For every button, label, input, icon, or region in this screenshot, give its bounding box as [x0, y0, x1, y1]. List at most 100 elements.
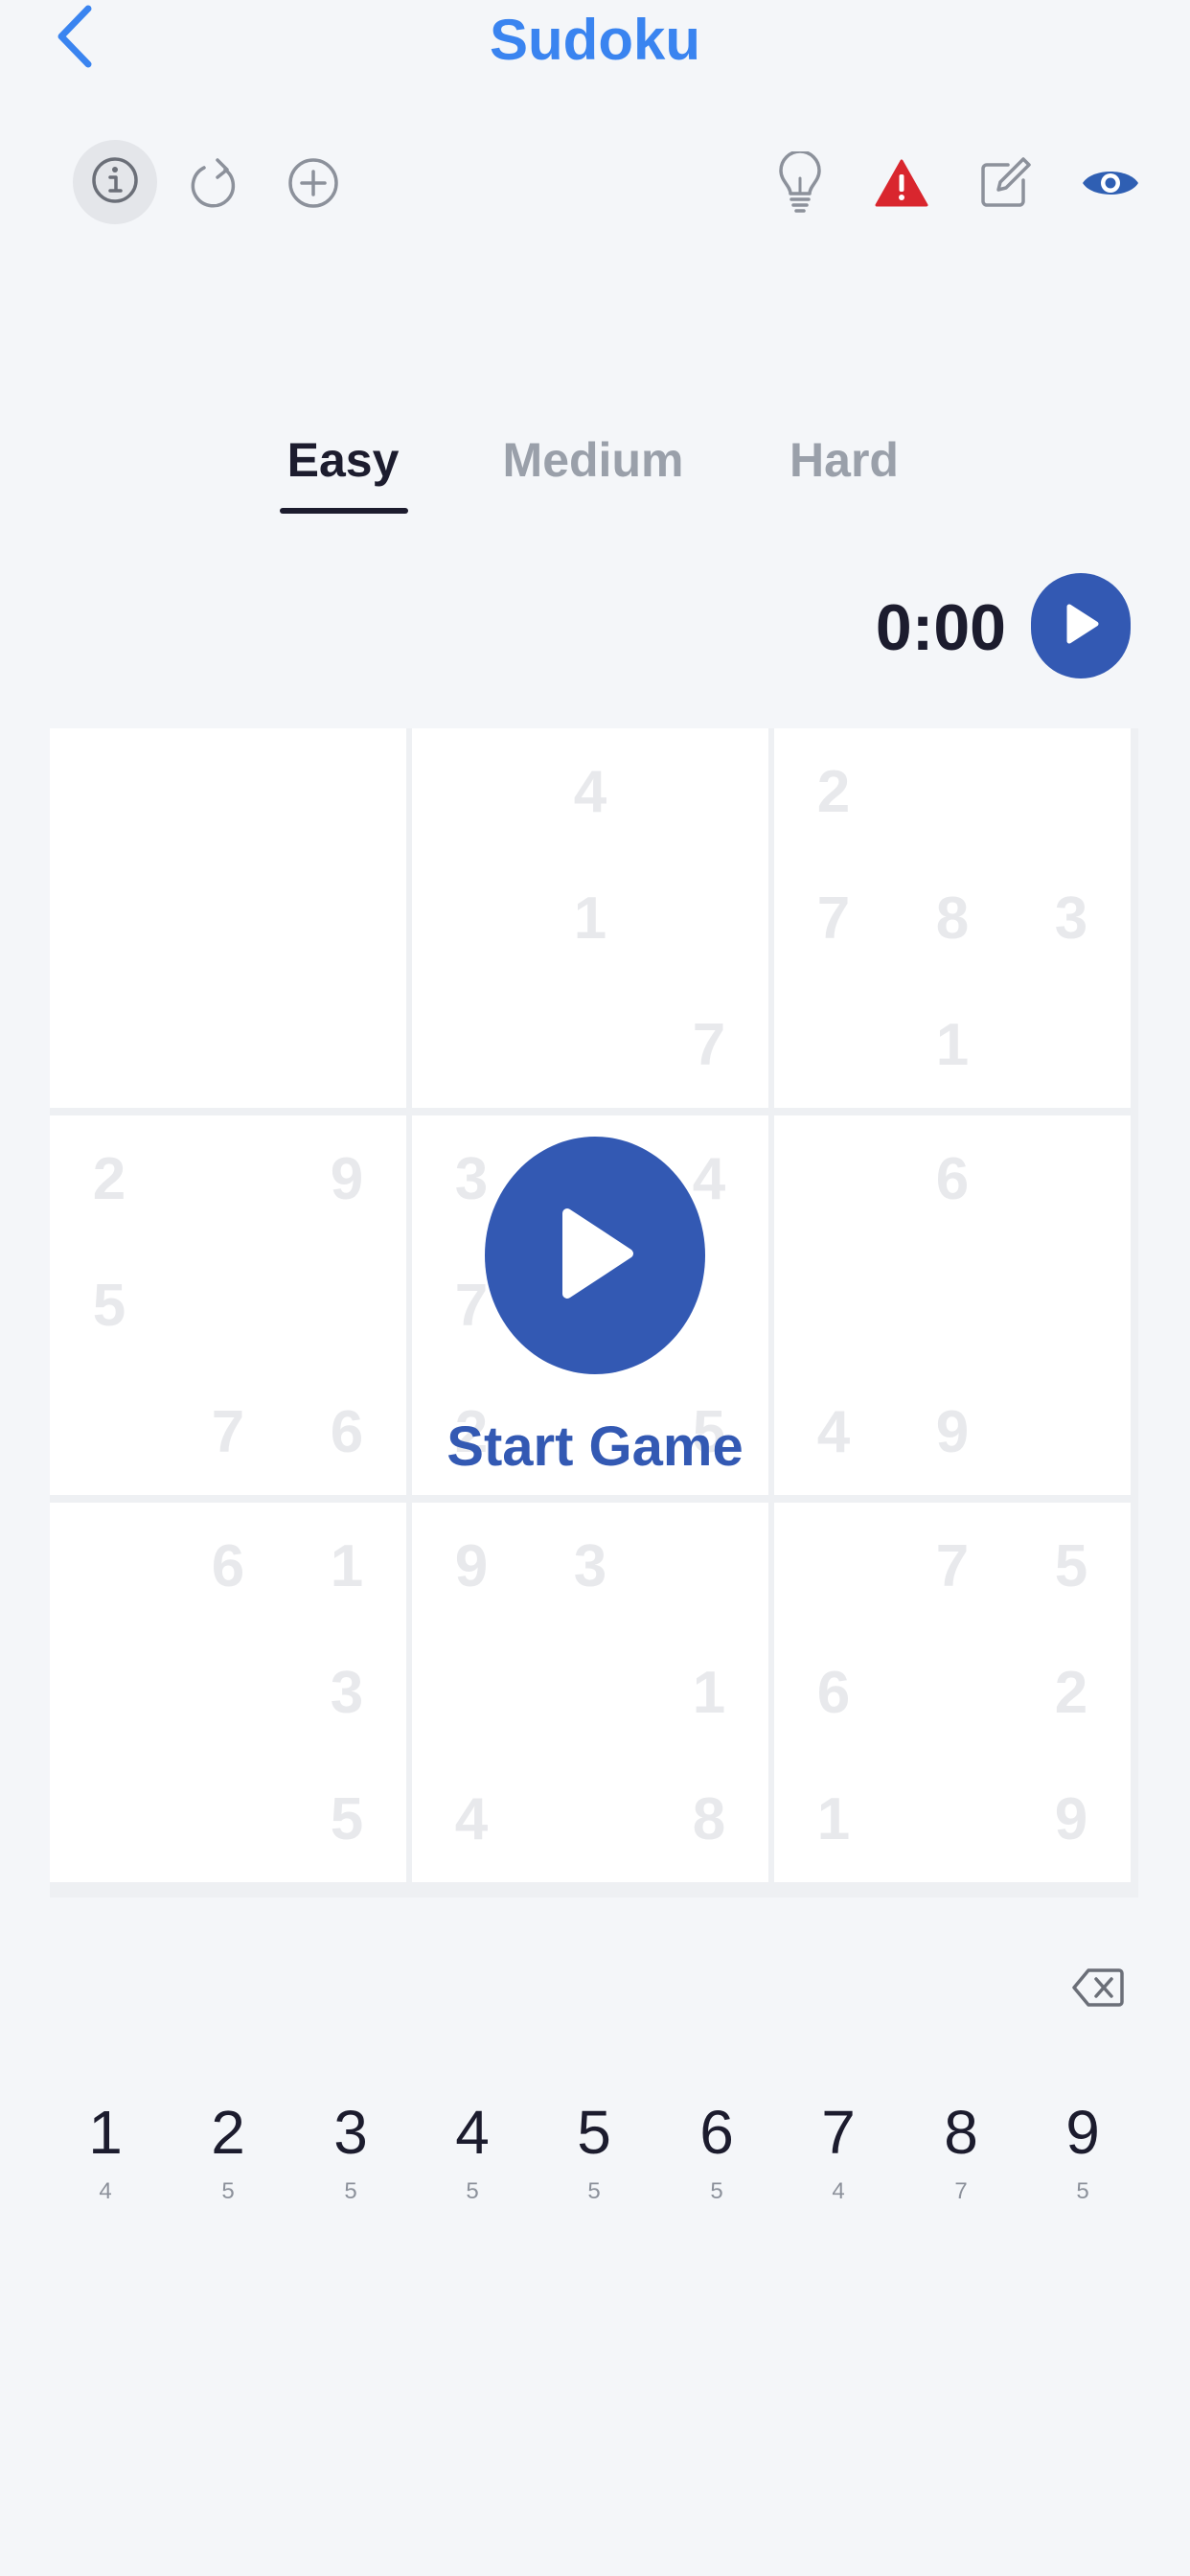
new-game-button[interactable]: [270, 144, 356, 226]
sudoku-cell[interactable]: [412, 1629, 531, 1756]
number-key-1[interactable]: 14: [53, 2089, 158, 2214]
sudoku-cell[interactable]: [412, 728, 531, 855]
sudoku-cell[interactable]: [531, 1629, 650, 1756]
notes-button[interactable]: [962, 144, 1048, 226]
sudoku-cell[interactable]: 9: [287, 1116, 406, 1242]
hint-button[interactable]: [757, 144, 843, 226]
notes-edit-icon: [977, 155, 1033, 216]
sudoku-cell[interactable]: [169, 1116, 287, 1242]
info-icon: [90, 155, 140, 210]
number-key-3[interactable]: 35: [298, 2089, 403, 2214]
sudoku-cell[interactable]: [774, 1503, 893, 1629]
sudoku-cell[interactable]: [774, 981, 893, 1108]
sudoku-cell[interactable]: 4: [412, 1756, 531, 1882]
sudoku-cell[interactable]: 9: [893, 1368, 1012, 1495]
sudoku-cell[interactable]: [1012, 728, 1131, 855]
sudoku-cell[interactable]: [169, 855, 287, 981]
timer-play-button[interactable]: [1031, 573, 1131, 678]
sudoku-cell[interactable]: 3: [287, 1629, 406, 1756]
sudoku-cell[interactable]: [774, 1116, 893, 1242]
sudoku-cell[interactable]: 6: [169, 1503, 287, 1629]
sudoku-cell[interactable]: [287, 981, 406, 1108]
sudoku-box: 417: [412, 728, 768, 1108]
sudoku-cell[interactable]: [893, 1756, 1012, 1882]
info-button[interactable]: [73, 140, 157, 224]
sudoku-cell[interactable]: 6: [893, 1116, 1012, 1242]
sudoku-cell[interactable]: 5: [1012, 1503, 1131, 1629]
sudoku-cell[interactable]: 7: [650, 981, 768, 1108]
tab-medium[interactable]: Medium: [492, 422, 694, 498]
sudoku-cell[interactable]: 6: [774, 1629, 893, 1756]
sudoku-cell[interactable]: [1012, 1242, 1131, 1368]
sudoku-cell[interactable]: [287, 1242, 406, 1368]
sudoku-cell[interactable]: [1012, 1116, 1131, 1242]
sudoku-cell[interactable]: [1012, 1368, 1131, 1495]
start-game-button[interactable]: [485, 1137, 705, 1374]
number-key-9[interactable]: 95: [1030, 2089, 1135, 2214]
sudoku-cell[interactable]: 2: [774, 728, 893, 855]
sudoku-cell[interactable]: 1: [893, 981, 1012, 1108]
sudoku-cell[interactable]: [169, 1756, 287, 1882]
sudoku-cell[interactable]: 5: [50, 1242, 169, 1368]
view-toggle-button[interactable]: [1067, 144, 1154, 226]
number-key-6[interactable]: 65: [664, 2089, 769, 2214]
sudoku-cell[interactable]: [50, 1756, 169, 1882]
number-key-remaining-count: 5: [587, 2178, 601, 2204]
sudoku-cell[interactable]: [50, 855, 169, 981]
number-key-5[interactable]: 55: [541, 2089, 647, 2214]
sudoku-cell[interactable]: 9: [1012, 1756, 1131, 1882]
sudoku-box: 6135: [50, 1503, 406, 1882]
sudoku-cell[interactable]: 7: [169, 1368, 287, 1495]
number-key-2[interactable]: 25: [175, 2089, 281, 2214]
sudoku-cell[interactable]: [1012, 981, 1131, 1108]
sudoku-cell[interactable]: 8: [893, 855, 1012, 981]
start-game-label[interactable]: Start Game: [383, 1409, 807, 1485]
sudoku-cell[interactable]: 2: [1012, 1629, 1131, 1756]
backspace-icon: [1071, 1966, 1125, 2013]
sudoku-cell[interactable]: [893, 1629, 1012, 1756]
number-key-remaining-count: 5: [710, 2178, 723, 2204]
sudoku-cell[interactable]: [50, 1368, 169, 1495]
sudoku-cell[interactable]: [287, 728, 406, 855]
sudoku-cell[interactable]: [893, 728, 1012, 855]
sudoku-cell[interactable]: [50, 728, 169, 855]
tab-easy[interactable]: Easy: [278, 422, 408, 498]
restart-button[interactable]: [171, 144, 257, 226]
sudoku-cell[interactable]: 7: [893, 1503, 1012, 1629]
sudoku-cell[interactable]: [650, 728, 768, 855]
number-key-8[interactable]: 87: [908, 2089, 1014, 2214]
mistakes-button[interactable]: [858, 144, 945, 226]
number-key-7[interactable]: 74: [786, 2089, 891, 2214]
erase-button[interactable]: [1064, 1955, 1133, 2024]
sudoku-cell[interactable]: [50, 1629, 169, 1756]
sudoku-cell[interactable]: 5: [287, 1756, 406, 1882]
sudoku-cell[interactable]: [169, 1629, 287, 1756]
sudoku-cell[interactable]: 8: [650, 1756, 768, 1882]
sudoku-cell[interactable]: 3: [531, 1503, 650, 1629]
sudoku-cell[interactable]: 4: [531, 728, 650, 855]
sudoku-cell[interactable]: [287, 855, 406, 981]
sudoku-cell[interactable]: [412, 855, 531, 981]
sudoku-cell[interactable]: [774, 1242, 893, 1368]
sudoku-cell[interactable]: [50, 981, 169, 1108]
sudoku-cell[interactable]: [169, 1242, 287, 1368]
sudoku-cell[interactable]: [650, 855, 768, 981]
sudoku-cell[interactable]: [893, 1242, 1012, 1368]
sudoku-cell[interactable]: 9: [412, 1503, 531, 1629]
sudoku-cell[interactable]: [412, 981, 531, 1108]
sudoku-cell[interactable]: 2: [50, 1116, 169, 1242]
sudoku-cell[interactable]: [650, 1503, 768, 1629]
sudoku-cell[interactable]: [169, 981, 287, 1108]
sudoku-cell[interactable]: 1: [774, 1756, 893, 1882]
sudoku-cell[interactable]: [531, 1756, 650, 1882]
sudoku-cell[interactable]: 1: [650, 1629, 768, 1756]
sudoku-cell[interactable]: 7: [774, 855, 893, 981]
sudoku-cell[interactable]: 1: [531, 855, 650, 981]
number-key-4[interactable]: 45: [420, 2089, 525, 2214]
sudoku-cell[interactable]: [169, 728, 287, 855]
sudoku-cell[interactable]: [50, 1503, 169, 1629]
tab-hard[interactable]: Hard: [772, 422, 916, 498]
sudoku-cell[interactable]: 3: [1012, 855, 1131, 981]
sudoku-cell[interactable]: 1: [287, 1503, 406, 1629]
sudoku-cell[interactable]: [531, 981, 650, 1108]
